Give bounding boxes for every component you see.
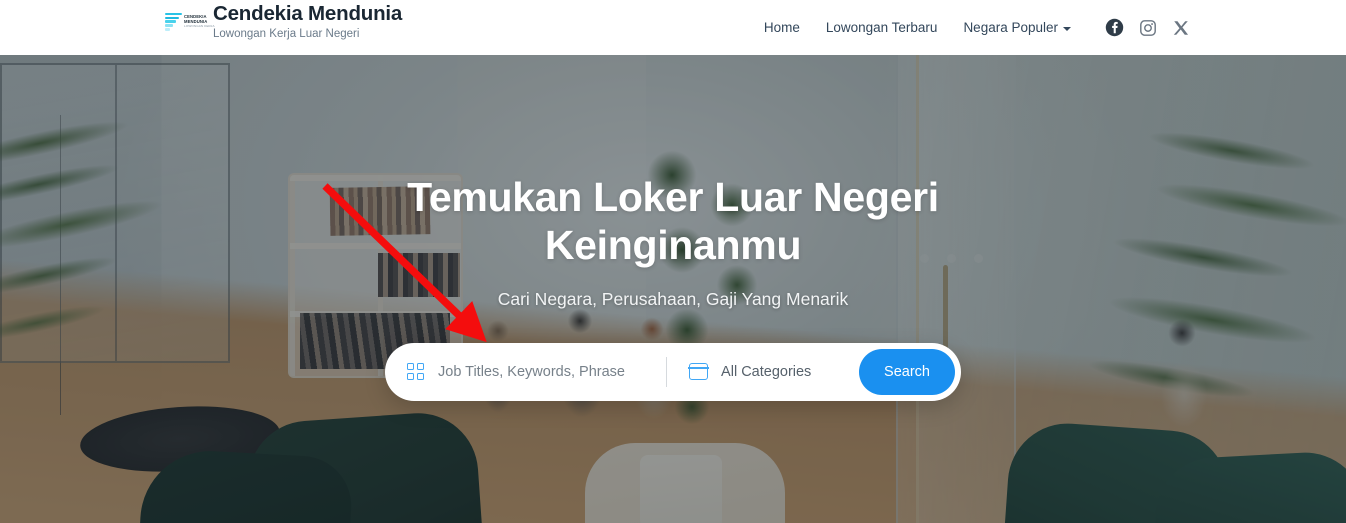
search-button[interactable]: Search bbox=[859, 348, 955, 395]
site-header: CENDEKIA MENDUNIA LOWONGAN KERJA Cendeki… bbox=[0, 0, 1346, 55]
x-twitter-icon[interactable] bbox=[1172, 19, 1190, 37]
grid-icon bbox=[407, 362, 425, 381]
hero-section: Temukan Loker Luar Negeri Keinginanmu Ca… bbox=[0, 55, 1346, 523]
brand-text: Cendekia Mendunia Lowongan Kerja Luar Ne… bbox=[213, 2, 402, 41]
brand-tagline: Lowongan Kerja Luar Negeri bbox=[213, 27, 360, 40]
search-input[interactable] bbox=[438, 363, 667, 380]
logo-bars-icon bbox=[165, 12, 182, 31]
facebook-icon[interactable] bbox=[1105, 18, 1124, 37]
instagram-icon[interactable] bbox=[1139, 19, 1157, 37]
category-select-value[interactable]: All Categories bbox=[721, 364, 811, 380]
social-links bbox=[1105, 18, 1190, 37]
cendekia-mendunia-logo-icon: CENDEKIA MENDUNIA LOWONGAN KERJA bbox=[165, 7, 215, 37]
nav-item-lowongan-terbaru-label: Lowongan Terbaru bbox=[825, 20, 938, 35]
brand-title: Cendekia Mendunia bbox=[213, 2, 403, 25]
nav-item-lowongan-terbaru[interactable]: Lowongan Terbaru bbox=[826, 20, 938, 35]
calendar-icon bbox=[688, 363, 709, 381]
keyword-field-group bbox=[407, 343, 667, 401]
brand[interactable]: CENDEKIA MENDUNIA LOWONGAN KERJA Cendeki… bbox=[165, 2, 402, 41]
chevron-down-icon bbox=[1063, 26, 1071, 31]
nav-item-negara-populer[interactable]: Negara Populer bbox=[963, 20, 1071, 35]
category-field-group[interactable]: All Categories bbox=[667, 343, 859, 401]
main-navigation: Home Lowongan Terbaru Negara Populer bbox=[764, 0, 1190, 55]
hero-title: Temukan Loker Luar Negeri Keinginanmu bbox=[407, 174, 939, 269]
search-bar: All Categories Search bbox=[385, 342, 961, 401]
logo-wordmark: CENDEKIA MENDUNIA LOWONGAN KERJA bbox=[184, 14, 215, 29]
hero-content: Temukan Loker Luar Negeri Keinginanmu Ca… bbox=[0, 55, 1346, 523]
nav-item-home[interactable]: Home bbox=[764, 20, 800, 35]
logo-wordmark-line3: LOWONGAN KERJA bbox=[184, 24, 215, 29]
nav-item-negara-populer-label: Negara Populer bbox=[963, 20, 1058, 35]
nav-item-home-label: Home bbox=[763, 20, 800, 35]
hero-subtitle: Cari Negara, Perusahaan, Gaji Yang Menar… bbox=[497, 288, 849, 309]
